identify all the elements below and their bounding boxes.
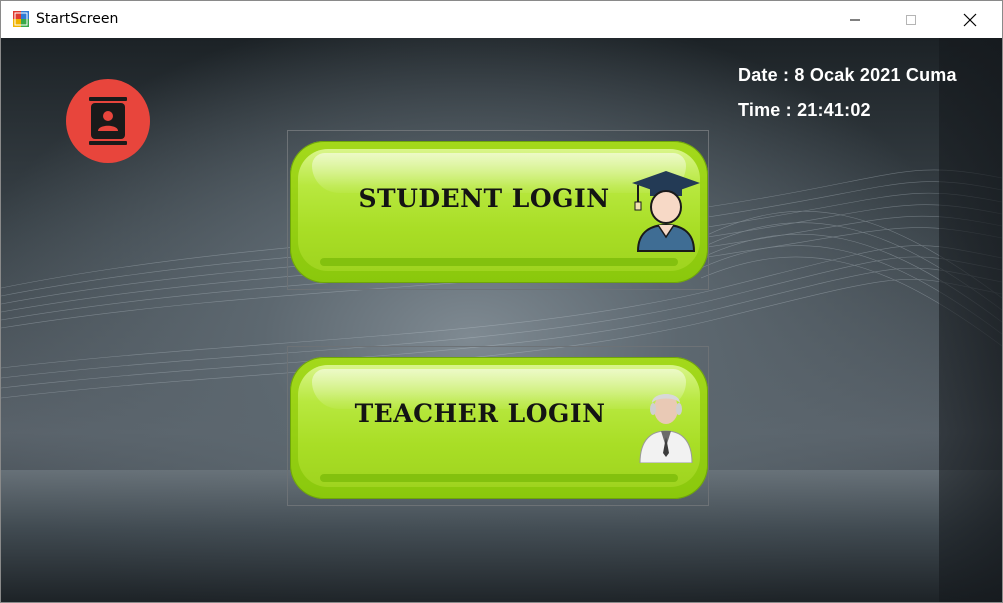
teacher-icon [639,394,693,463]
maximize-icon [906,14,916,25]
minimize-icon [850,19,860,20]
student-login-edge [320,258,678,266]
background-shade [939,38,1002,602]
background-waves [1,169,1002,399]
contact-book-icon [89,97,127,145]
title-bar[interactable]: StartScreen [1,1,1002,38]
start-screen-window: StartScreen Date: 8 Ocak 2021 Cuma Time… [0,0,1003,603]
student-login-label: STUDENT LOGIN [358,184,610,213]
maximize-button[interactable] [888,1,934,38]
teacher-login-edge [320,474,678,482]
graduate-student-icon [632,171,700,252]
date-label: Date : 8 Ocak 2021 Cuma [738,65,957,85]
logo-button[interactable] [66,79,150,163]
student-login-button[interactable]: STUDENT LOGIN [287,130,709,290]
close-button[interactable] [947,1,993,38]
close-icon [963,13,977,26]
teacher-login-button[interactable]: TEACHER LOGIN [287,346,709,506]
app-icon [13,11,29,27]
time-label: Time : 21:41:02 [738,100,871,120]
teacher-login-label: TEACHER LOGIN [354,399,606,428]
main-panel: Date : 8 Ocak 2021 Cuma Time : 21:41:02 … [1,38,1002,602]
window-title: StartScreen [36,11,119,27]
minimize-button[interactable] [832,1,878,38]
